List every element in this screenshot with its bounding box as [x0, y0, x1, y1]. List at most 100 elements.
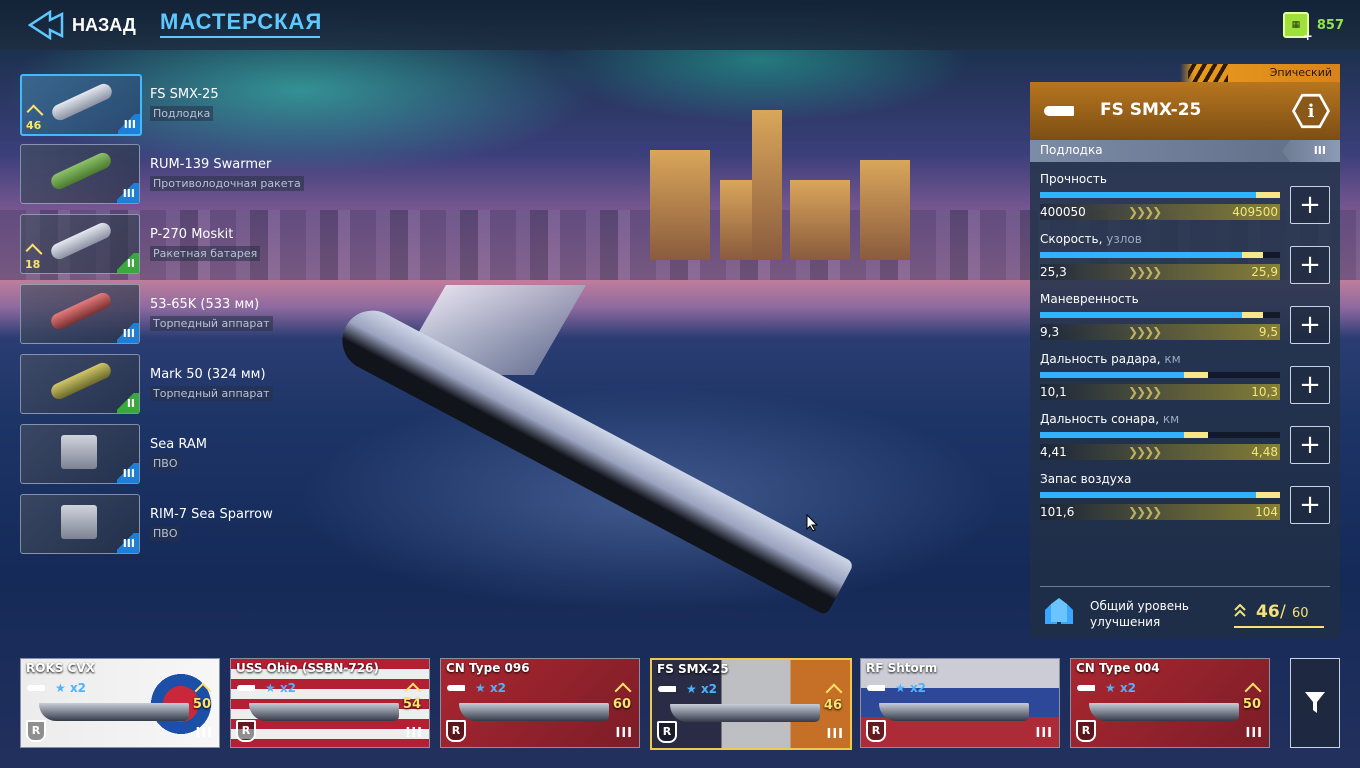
- module-card[interactable]: III: [20, 144, 140, 204]
- module-card[interactable]: III: [20, 424, 140, 484]
- stat-bar: [1040, 492, 1280, 498]
- upgrade-plus-button[interactable]: +: [1290, 306, 1330, 344]
- stat-values: 4,41 ❯❯❯❯ 4,48: [1040, 444, 1280, 460]
- ship-level: 60: [612, 697, 631, 712]
- stat-bar-fill: [1040, 252, 1242, 258]
- stat-bar-upgrade: [1256, 192, 1280, 198]
- module-type: Подлодка: [150, 106, 214, 121]
- stat-max: 409500: [1232, 205, 1278, 219]
- module-name: Sea RAM: [150, 437, 207, 452]
- ship-card[interactable]: RF Shtorm ★ x2 R III: [860, 658, 1060, 748]
- module-image: [48, 360, 114, 402]
- upgrade-plus-button[interactable]: +: [1290, 186, 1330, 224]
- currency-display[interactable]: ▦ + 857: [1282, 12, 1344, 43]
- filter-button[interactable]: [1290, 658, 1340, 748]
- back-button[interactable]: НАЗАД: [28, 8, 136, 42]
- module-tier: II: [117, 253, 139, 273]
- ship-card[interactable]: FS SMX-25 ★ x2 46 R III: [650, 658, 852, 750]
- ship-card[interactable]: CN Type 004 ★ x2 50 R III: [1070, 658, 1270, 748]
- stat-bar: [1040, 192, 1280, 198]
- rarity-stripes: [1188, 64, 1228, 82]
- module-item[interactable]: III 53-65K (533 мм) Торпедный аппарат: [20, 284, 340, 344]
- stat-label-text: Запас воздуха: [1040, 472, 1132, 486]
- stat-unit: узлов: [1106, 232, 1142, 246]
- module-tier: III: [118, 114, 140, 134]
- ship-stars-count: x2: [279, 681, 297, 695]
- rank-chevron-icon: [1234, 604, 1246, 617]
- stat-values: 101,6 ❯❯❯❯ 104: [1040, 504, 1280, 520]
- module-name: 53-65K (533 мм): [150, 297, 260, 312]
- upgrade-plus-button[interactable]: +: [1290, 246, 1330, 284]
- stat-label-text: Дальность радара,: [1040, 352, 1161, 366]
- city-tower: [650, 150, 710, 260]
- ship-card[interactable]: ROKS CVX ★ x2 50 R III: [20, 658, 220, 748]
- stat-unit: км: [1164, 352, 1181, 366]
- rank-shield-icon: R: [657, 721, 677, 743]
- module-image: [61, 505, 97, 539]
- stat-row: Прочность 400050 ❯❯❯❯ 409500 +: [1030, 172, 1340, 232]
- top-bar: НАЗАД МАСТЕРСКАЯ ▦ + 857: [0, 0, 1360, 50]
- stat-bar-fill: [1040, 432, 1184, 438]
- module-card[interactable]: III: [20, 494, 140, 554]
- upgrade-separator: /: [1280, 602, 1286, 622]
- upgrade-plus-button[interactable]: +: [1290, 426, 1330, 464]
- module-item[interactable]: II Mark 50 (324 мм) Торпедный аппарат: [20, 354, 340, 414]
- module-item[interactable]: III RUM-139 Swarmer Противолодочная ракета: [20, 144, 340, 204]
- module-name: FS SMX-25: [150, 87, 219, 102]
- module-card[interactable]: III: [20, 284, 140, 344]
- stat-row: Маневренность 9,3 ❯❯❯❯ 9,5 +: [1030, 292, 1340, 352]
- ship-name: FS SMX-25: [657, 662, 729, 676]
- ship-stars-count: x2: [909, 681, 927, 695]
- ship-card[interactable]: CN Type 096 ★ x2 60 R III: [440, 658, 640, 748]
- stat-unit: км: [1162, 412, 1180, 426]
- ship-image: [459, 703, 609, 721]
- upgrade-chevrons-icon: ❯❯❯❯: [1128, 445, 1162, 459]
- ship-stars: ★ x2: [1105, 681, 1137, 695]
- rank-shield-icon: R: [1076, 720, 1096, 742]
- rank-shield-icon: R: [236, 720, 256, 742]
- module-tier: II: [117, 393, 139, 413]
- city-tower: [752, 110, 782, 260]
- module-type: Торпедный аппарат: [150, 386, 273, 401]
- ship-tier: III: [1245, 726, 1263, 741]
- upgrade-plus-button[interactable]: +: [1290, 366, 1330, 404]
- module-item[interactable]: 46 III FS SMX-25 Подлодка: [20, 74, 340, 136]
- module-name: RUM-139 Swarmer: [150, 157, 272, 172]
- module-card[interactable]: II: [20, 354, 140, 414]
- stat-current: 4,41: [1040, 445, 1067, 459]
- upgrade-underline: [1234, 626, 1324, 628]
- panel-body: Подлодка III Прочность 400050 ❯❯❯❯ 409500 +…: [1030, 140, 1340, 638]
- stat-bar-upgrade: [1184, 372, 1208, 378]
- upgrade-plus-button[interactable]: +: [1290, 486, 1330, 524]
- module-card[interactable]: 18 II: [20, 214, 140, 274]
- module-item[interactable]: 18 II P-270 Moskit Ракетная батарея: [20, 214, 340, 274]
- filter-icon: [1305, 692, 1325, 713]
- green-token-icon: ▦ +: [1282, 12, 1313, 43]
- module-image: [49, 81, 115, 123]
- module-item[interactable]: III RIM-7 Sea Sparrow ПВО: [20, 494, 340, 554]
- stat-bar: [1040, 252, 1280, 258]
- upgrade-chevrons-icon: ❯❯❯❯: [1128, 505, 1162, 519]
- stat-row: Запас воздуха 101,6 ❯❯❯❯ 104 +: [1030, 472, 1340, 532]
- info-button[interactable]: i: [1292, 92, 1330, 130]
- stat-values: 10,1 ❯❯❯❯ 10,3: [1040, 384, 1280, 400]
- module-card[interactable]: 46 III: [20, 74, 142, 136]
- module-name: RIM-7 Sea Sparrow: [150, 507, 273, 522]
- upgrade-chevrons-icon: ❯❯❯❯: [1128, 325, 1162, 339]
- ship-tier: III: [826, 727, 844, 742]
- module-tier: III: [117, 323, 139, 343]
- ship-card[interactable]: USS Ohio (SSBN-726) ★ x2 54 R III: [230, 658, 430, 748]
- module-type: ПВО: [150, 456, 181, 471]
- module-image: [48, 220, 114, 262]
- ship-stars: ★ x2: [686, 682, 718, 696]
- stat-row: Дальность радара, км 10,1 ❯❯❯❯ 10,3 +: [1030, 352, 1340, 412]
- module-type: ПВО: [150, 526, 181, 541]
- stat-label: Прочность: [1040, 172, 1107, 186]
- currency-value: 857: [1316, 17, 1344, 33]
- module-image: [48, 150, 114, 192]
- fleet-carousel: ROKS CVX ★ x2 50 R III USS Ohio (SSBN-726) ★ x…: [20, 658, 1350, 750]
- module-type: Торпедный аппарат: [150, 316, 273, 331]
- ship-stars: ★ x2: [895, 681, 927, 695]
- ship-class-icon: [658, 686, 676, 692]
- module-item[interactable]: III Sea RAM ПВО: [20, 424, 340, 484]
